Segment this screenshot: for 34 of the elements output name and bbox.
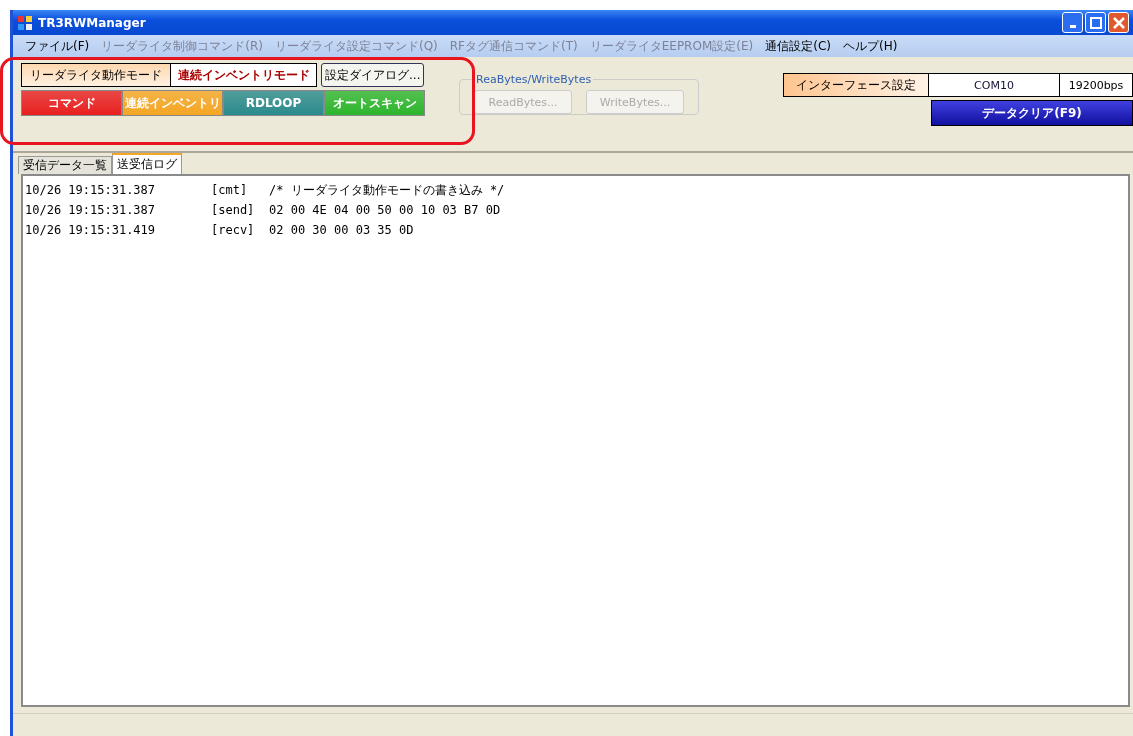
- log-time: 10/26 19:15:31.387: [25, 183, 157, 197]
- tab[interactable]: 送受信ログ: [112, 153, 182, 174]
- log-text: 02 00 4E 04 00 50 00 10 03 B7 0D: [269, 203, 501, 217]
- log-type: [recv]: [211, 223, 256, 237]
- settings-dialog-button[interactable]: 設定ダイアログ...: [321, 63, 425, 87]
- port-value: COM10: [929, 73, 1060, 97]
- maximize-button[interactable]: [1085, 12, 1106, 33]
- menu-item[interactable]: ファイル(F): [25, 37, 90, 55]
- mode-value: 連続インベントリモード: [171, 63, 317, 87]
- tab[interactable]: 受信データ一覧: [18, 156, 112, 174]
- mode-button[interactable]: オートスキャン: [324, 90, 425, 116]
- close-icon: [1112, 16, 1125, 29]
- log-text: 02 00 30 00 03 35 0D: [269, 223, 414, 237]
- log-time: 10/26 19:15:31.387: [25, 203, 157, 217]
- mode-label: リーダライタ動作モード: [21, 63, 171, 87]
- app-icon: [17, 14, 33, 31]
- interface-label: インターフェース設定: [783, 73, 929, 97]
- maximize-icon: [1089, 16, 1102, 29]
- menu-item[interactable]: ヘルプ(H): [842, 37, 898, 55]
- mode-button[interactable]: RDLOOP: [223, 90, 324, 116]
- log-time: 10/26 19:15:31.419: [25, 223, 157, 237]
- mode-button[interactable]: 連続インベントリ: [122, 90, 223, 116]
- close-button[interactable]: [1108, 12, 1129, 33]
- menu-item[interactable]: 通信設定(C): [765, 37, 831, 55]
- minimize-button[interactable]: [1062, 12, 1083, 33]
- log-text: /* リーダライタ動作モードの書き込み */: [269, 181, 505, 199]
- group-title: ReaBytes/WriteBytes: [475, 73, 593, 86]
- log-type: [cmt]: [211, 183, 249, 197]
- window-title: TR3RWManager: [38, 15, 147, 30]
- mode-button[interactable]: コマンド: [21, 90, 122, 116]
- baud-value: 19200bps: [1060, 73, 1133, 97]
- minimize-icon: [1069, 25, 1076, 28]
- clear-data-button[interactable]: データクリア(F9): [931, 100, 1133, 126]
- log-type: [send]: [211, 203, 256, 217]
